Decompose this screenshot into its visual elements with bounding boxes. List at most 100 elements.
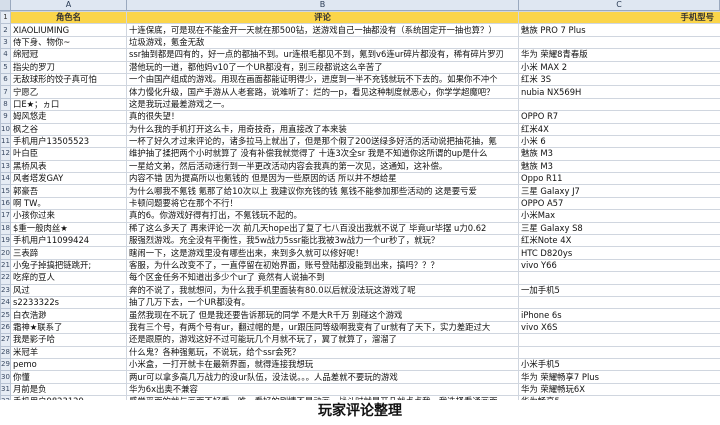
cell-comment[interactable]: 这是我玩过最差游戏之一。	[126, 97, 519, 112]
cell-phone[interactable]: OPPO R7	[518, 110, 720, 124]
cell-phone[interactable]: 三星 Galaxy S8	[518, 221, 720, 236]
row-number[interactable]: 6	[0, 72, 11, 87]
row-number[interactable]: 19	[0, 234, 11, 248]
row-number[interactable]: 25	[0, 308, 11, 322]
row-number[interactable]: 28	[0, 345, 11, 359]
cell-comment[interactable]: 奔的不说了，我就想问，为什么我手机里面装有80.0以后就没法玩这游戏了呢	[126, 283, 519, 298]
cell-comment[interactable]: 客服，为什么改变不了，一直停留在初始界面，账号登陆都没能到出来，搞吗？？？	[126, 258, 519, 273]
cell-nickname[interactable]: 手机用户13505523	[10, 134, 127, 149]
row-number[interactable]: 7	[0, 85, 11, 99]
cell-phone[interactable]: Oppo R11	[518, 172, 720, 186]
cell-nickname[interactable]: $重一般肉丝★	[10, 221, 127, 236]
cell-phone[interactable]: 小米 MAX 2	[518, 60, 720, 74]
cell-nickname[interactable]: 侍下身、物你~	[10, 35, 127, 50]
cell-nickname[interactable]: 绵冠冠	[10, 48, 127, 62]
cell-comment[interactable]: 小米盒，一打开就卡在最新界面，就得连接我想玩	[126, 357, 519, 372]
cell-comment[interactable]: 抽了几万下去，一个UR都没有。	[126, 295, 519, 310]
row-number[interactable]: 18	[0, 221, 11, 236]
cell-nickname[interactable]: 姆风悠走	[10, 110, 127, 124]
cell-nickname[interactable]: 叶白臣	[10, 147, 127, 161]
cell-comment[interactable]: 真的很失望！	[126, 110, 519, 124]
cell-phone[interactable]: 一加手机5	[518, 283, 720, 298]
cell-comment[interactable]: 华为6x出奥不兼容	[126, 382, 519, 397]
row-number[interactable]: 3	[0, 35, 11, 50]
cell-comment[interactable]: 垃圾游戏，氪金无敌	[126, 35, 519, 50]
cell-comment[interactable]: 一星给文弟，然后活动速行到一半更改活动内容会我真的第一次见，这通知，这补偿。	[126, 159, 519, 174]
cell-phone[interactable]: 红米4X	[518, 122, 720, 136]
column-header-b[interactable]: B	[127, 0, 519, 10]
cell-nickname[interactable]: 小兔子掉搞把链跳开;	[10, 258, 127, 273]
column-header-c[interactable]: C	[519, 0, 720, 10]
cell-phone[interactable]: 魅族 PRO 7 Plus	[518, 23, 720, 37]
cell-nickname[interactable]: 口E★；ヵ口	[10, 97, 127, 112]
cell-nickname[interactable]: 三表蹄	[10, 246, 127, 260]
cell-comment[interactable]: 两ur可以拿多高几万战力的没ur队伍，没法说。。。人品差就不要玩的游戏	[126, 370, 519, 384]
cell-nickname[interactable]: 我是影子哈	[10, 333, 127, 347]
cell-phone[interactable]: 小米 6	[518, 134, 720, 149]
cell-comment[interactable]: 一杯了好久才过来评论的，诸多拉马上就出了，但是那个假了200送绿多好活的活动说把…	[126, 134, 519, 149]
cell-phone[interactable]: 魅族 M3	[518, 159, 720, 174]
header-cell-nickname[interactable]: 角色名	[10, 10, 127, 25]
row-number[interactable]: 23	[0, 283, 11, 298]
header-cell-phone[interactable]: 手机型号	[518, 10, 720, 25]
cell-comment[interactable]: 每个区金任务不知道出多少个ur了 竟然有人说抽不到	[126, 271, 519, 285]
cell-nickname[interactable]: 郭豪吾	[10, 184, 127, 198]
cell-phone[interactable]	[518, 345, 720, 359]
row-number[interactable]: 31	[0, 382, 11, 397]
cell-nickname[interactable]: 霜神★联系了	[10, 320, 127, 335]
cell-nickname[interactable]: 黑桥风表	[10, 159, 127, 174]
cell-comment[interactable]: 为什么我的手机打开这么卡，用奇技奇，用直接改了本来装	[126, 122, 519, 136]
cell-comment[interactable]: ssr抽到都是四有的，好一点的都抽不到。ur连根毛都见不到，氪到v6连ur碎片都…	[126, 48, 519, 62]
cell-phone[interactable]	[518, 295, 720, 310]
row-number[interactable]: 9	[0, 110, 11, 124]
row-number[interactable]: 4	[0, 48, 11, 62]
cell-comment[interactable]: 十连保底，可是现在不能金开一天就在那500钻，送游戏自己一抽都没有（系统固定开一…	[126, 23, 519, 37]
cell-nickname[interactable]: 手机用户11099424	[10, 234, 127, 248]
cell-phone[interactable]: 三星 Galaxy J7	[518, 184, 720, 198]
cell-phone[interactable]	[518, 333, 720, 347]
cell-phone[interactable]: nubia NX569H	[518, 85, 720, 99]
row-number[interactable]: 5	[0, 60, 11, 74]
cell-comment[interactable]: 体力慢化升级，国产手游从人老套路，说难听了：烂的一p，看见这种制度就恶心，你学学…	[126, 85, 519, 99]
cell-phone[interactable]: 华为 荣耀8青春版	[518, 48, 720, 62]
select-all-corner[interactable]	[0, 0, 11, 10]
cell-nickname[interactable]: 月前是负	[10, 382, 127, 397]
cell-phone[interactable]: vivo X6S	[518, 320, 720, 335]
row-number[interactable]: 14	[0, 172, 11, 186]
cell-nickname[interactable]: s2233322s	[10, 295, 127, 310]
row-number[interactable]: 10	[0, 122, 11, 136]
row-number[interactable]: 22	[0, 271, 11, 285]
cell-nickname[interactable]: 风者塔发GAY	[10, 172, 127, 186]
header-cell-comment[interactable]: 评论	[126, 10, 519, 25]
cell-nickname[interactable]: 吃痒的豆人	[10, 271, 127, 285]
row-number[interactable]: 27	[0, 333, 11, 347]
cell-comment[interactable]: 潜他玩的一道，都他妈v10了一个UR都没有，别三段都说这么辛苦了	[126, 60, 519, 74]
cell-comment[interactable]: 服强烈游戏。充全没有平衡性，我5w战力5ssr能比我被3w战力一个ur秒了，就玩…	[126, 234, 519, 248]
row-number[interactable]: 21	[0, 258, 11, 273]
cell-nickname[interactable]: 你懂	[10, 370, 127, 384]
cell-phone[interactable]: 魅族 M3	[518, 147, 720, 161]
cell-comment[interactable]: 瞎闹一下，这是游戏里没有哪些出来，来到多久就可以修好呢！	[126, 246, 519, 260]
cell-nickname[interactable]: 枫之谷	[10, 122, 127, 136]
row-number[interactable]: 15	[0, 184, 11, 198]
cell-nickname[interactable]: 小孩你过来	[10, 209, 127, 223]
row-number[interactable]: 16	[0, 196, 11, 211]
cell-nickname[interactable]: XIAOLIUMING	[10, 23, 127, 37]
cell-phone[interactable]: 华为 荣耀畅享7 Plus	[518, 370, 720, 384]
cell-phone[interactable]: 华为 荣耀畅玩6X	[518, 382, 720, 397]
cell-comment[interactable]: 维护抽了揉把两个小时就算了 没有补偿我就觉得了 十连3次全sr 我是不知道你这所…	[126, 147, 519, 161]
row-number[interactable]: 2	[0, 23, 11, 37]
cell-phone[interactable]: 小米Max	[518, 209, 720, 223]
cell-comment[interactable]: 卡顿问题要将它在那个不行！	[126, 196, 519, 211]
row-number[interactable]: 24	[0, 295, 11, 310]
cell-phone[interactable]	[518, 271, 720, 285]
cell-comment[interactable]: 为什么哪我不氪钱 氪那了给10次以上 我建议你充钱的钱 氪钱不能参加那些活动的 …	[126, 184, 519, 198]
row-number[interactable]: 12	[0, 147, 11, 161]
cell-phone[interactable]: 小米手机5	[518, 357, 720, 372]
cell-phone[interactable]: vivo Y66	[518, 258, 720, 273]
cell-comment[interactable]: 内容不错 因为提高所以也氪钱的 但是因为一些原因的话 所以并不想给星	[126, 172, 519, 186]
cell-comment[interactable]: 什么鬼？各种强氪玩，不说玩，给个ssr会死？	[126, 345, 519, 359]
cell-nickname[interactable]: 指尖的罗刀	[10, 60, 127, 74]
cell-phone[interactable]: iPhone 6s	[518, 308, 720, 322]
cell-phone[interactable]	[518, 97, 720, 112]
